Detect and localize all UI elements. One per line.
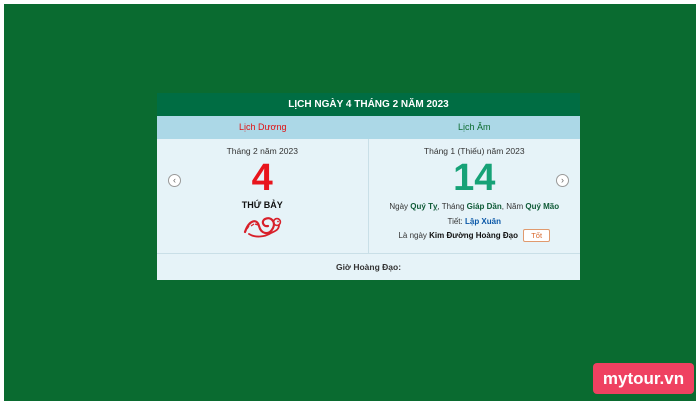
- good-day-prefix: Là ngày: [398, 231, 427, 240]
- solar-term-info: Tiết: Lập Xuân: [369, 215, 581, 228]
- solar-calendar-header: Lịch Dương: [239, 122, 287, 132]
- good-hours-label: Giờ Hoàng Đạo:: [335, 262, 402, 272]
- lunar-day-number: 14: [453, 157, 496, 199]
- calendar-panels: ‹ Tháng 2 năm 2023 4 THỨ BẢY › Tháng 1 (…: [157, 139, 580, 254]
- lunar-calendar-header: Lịch Âm: [457, 122, 491, 132]
- calendar-widget: LỊCH NGÀY 4 THÁNG 2 NĂM 2023 Lịch Dương …: [157, 93, 580, 280]
- calendar-title: LỊCH NGÀY 4 THÁNG 2 NĂM 2023: [157, 93, 580, 116]
- year-prefix: , Năm: [501, 202, 524, 211]
- solar-day-number: 4: [251, 157, 273, 199]
- month-prefix: , Tháng: [437, 202, 465, 211]
- brand-logo: mytour.vn: [593, 363, 694, 394]
- lunar-ganzhi-info: Ngày Quý Tỵ, Tháng Giáp Dần, Năm Quý Mão: [369, 200, 581, 213]
- year-ganzhi: Quý Mão: [525, 202, 560, 211]
- month-ganzhi: Giáp Dần: [466, 202, 502, 211]
- day-prefix: Ngày: [389, 202, 409, 211]
- term-label: Tiết:: [447, 217, 463, 226]
- solar-panel: ‹ Tháng 2 năm 2023 4 THỨ BẢY: [157, 139, 369, 253]
- lunar-month-year: Tháng 1 (Thiếu) năm 2023: [423, 146, 525, 156]
- term-value[interactable]: Lập Xuân: [465, 217, 501, 226]
- lunar-panel: › Tháng 1 (Thiếu) năm 2023 14 Ngày Quý T…: [369, 139, 581, 253]
- zodiac-snake-icon: [157, 212, 368, 243]
- solar-month-year: Tháng 2 năm 2023: [226, 146, 298, 156]
- good-day-info: Là ngày Kim Đường Hoàng Đạo Tốt: [369, 229, 581, 242]
- solar-weekday: THỨ BẢY: [241, 200, 283, 210]
- column-headers: Lịch Dương Lịch Âm: [157, 116, 580, 139]
- chevron-left-icon[interactable]: ‹: [168, 174, 181, 187]
- chevron-right-icon[interactable]: ›: [556, 174, 569, 187]
- good-day-name: Kim Đường Hoàng Đạo: [429, 231, 518, 240]
- good-day-badge: Tốt: [523, 229, 551, 242]
- day-ganzhi: Quý Tỵ: [410, 202, 438, 211]
